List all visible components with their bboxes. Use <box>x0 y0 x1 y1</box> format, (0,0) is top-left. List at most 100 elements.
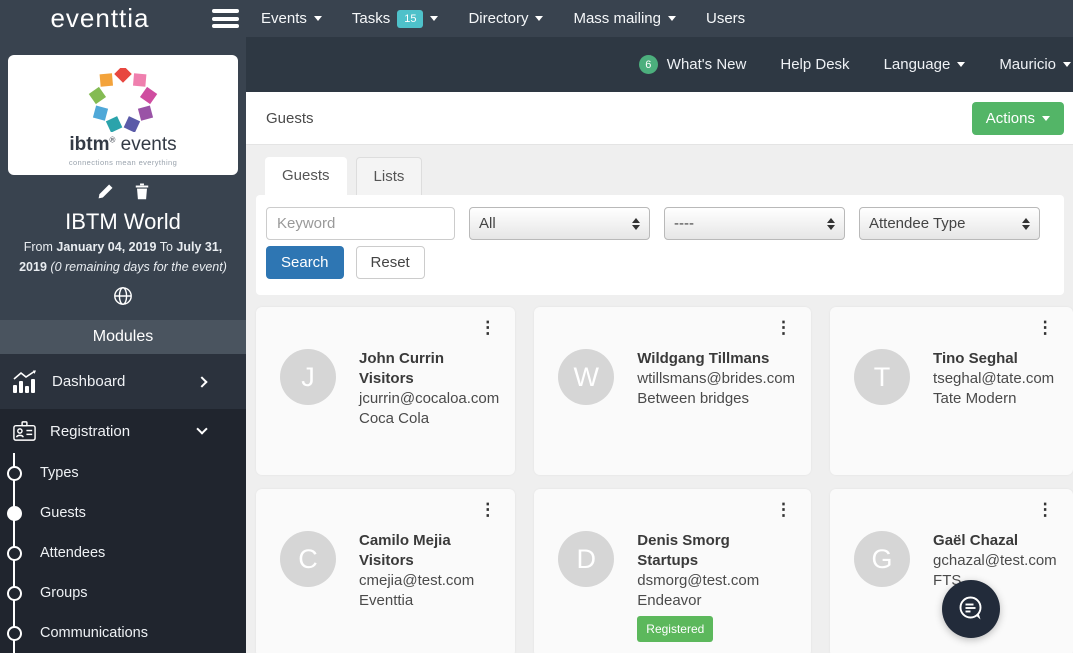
kebab-menu-icon[interactable]: ⋮ <box>479 501 496 518</box>
filters-row: All ---- Attendee Type <box>266 207 1054 240</box>
top-navbar: eventtia Events Tasks 15 Directory Mass … <box>0 0 1073 37</box>
sidebar-item-guests[interactable]: Guests <box>0 493 246 533</box>
select-arrows-icon <box>632 217 640 230</box>
caret-down-icon <box>1042 115 1050 121</box>
globe-icon[interactable] <box>113 286 133 306</box>
event-actions <box>0 183 246 200</box>
sidebar: ibtm® events connections mean everything… <box>0 37 246 653</box>
reset-button[interactable]: Reset <box>355 246 425 279</box>
sidebar-item-registration[interactable]: Registration <box>0 409 246 453</box>
tasks-count-badge: 15 <box>397 9 424 28</box>
user-menu[interactable]: Mauricio <box>999 56 1071 73</box>
form-actions: Search Reset <box>266 246 1054 279</box>
ibtm-diamond-ring-logo <box>88 67 158 132</box>
whats-new-link[interactable]: 6 What's New <box>638 55 746 74</box>
kebab-menu-icon[interactable]: ⋮ <box>479 319 496 336</box>
guest-name: Denis Smorg <box>637 532 730 549</box>
guest-email: gchazal@test.com <box>933 552 1057 569</box>
nav-item-events[interactable]: Events <box>246 0 337 37</box>
sidebar-item-types[interactable]: Types <box>0 453 246 493</box>
kebab-menu-icon[interactable]: ⋮ <box>775 319 792 336</box>
nav-item-users[interactable]: Users <box>691 0 760 37</box>
select-arrows-icon <box>827 217 835 230</box>
guest-email: cmejia@test.com <box>359 572 475 589</box>
edit-event-icon[interactable] <box>97 183 114 200</box>
event-date-range: From January 04, 2019 To July 31, 2019 (… <box>19 240 227 274</box>
caret-down-icon <box>313 16 322 21</box>
sidebar-item-groups[interactable]: Groups <box>0 573 246 613</box>
search-button[interactable]: Search <box>266 246 344 279</box>
avatar: J <box>280 349 336 405</box>
avatar: C <box>280 531 336 587</box>
main-nav: Events Tasks 15 Directory Mass mailing U… <box>246 0 760 37</box>
list-filter-select[interactable]: ---- <box>664 207 845 240</box>
modules-header: Modules <box>0 320 246 355</box>
guest-type: Startups <box>637 552 699 569</box>
search-panel: All ---- Attendee Type Search Reset <box>256 195 1064 295</box>
actions-button[interactable]: Actions <box>971 101 1064 135</box>
nav-item-tasks[interactable]: Tasks 15 <box>337 0 454 37</box>
guest-company: Between bridges <box>637 390 750 407</box>
page-title: Guests <box>266 109 314 127</box>
guest-card: ⋮ T Tino Seghal tseghal@tate.com Tate Mo… <box>830 307 1073 475</box>
caret-down-icon <box>668 16 676 21</box>
nav-item-directory[interactable]: Directory <box>453 0 558 37</box>
caret-down-icon <box>957 62 966 67</box>
keyword-input[interactable] <box>266 207 455 240</box>
guest-card: ⋮ W Wildgang Tillmans wtillsmans@brides.… <box>534 307 812 475</box>
menu-dot-icon <box>7 625 22 641</box>
caret-down-icon <box>430 16 439 21</box>
avatar: D <box>558 531 615 587</box>
tab-guests[interactable]: Guests <box>265 157 347 195</box>
nav-item-mass-mailing[interactable]: Mass mailing <box>558 0 691 37</box>
kebab-menu-icon[interactable]: ⋮ <box>1037 319 1054 336</box>
tab-lists[interactable]: Lists <box>355 157 423 195</box>
guest-card: ⋮ C Camilo Mejia Visitors cmejia@test.co… <box>256 489 516 653</box>
guest-name: John Currin <box>359 350 444 367</box>
guest-name: Camilo Mejia <box>359 532 451 549</box>
guest-email: tseghal@tate.com <box>933 370 1055 387</box>
tabs: Guests Lists <box>265 157 1064 195</box>
event-logo-card: ibtm® events connections mean everything <box>8 55 238 176</box>
avatar: W <box>558 349 615 405</box>
guest-name: Wildgang Tillmans <box>637 350 770 367</box>
chat-support-button[interactable] <box>942 580 1000 638</box>
kebab-menu-icon[interactable]: ⋮ <box>775 501 792 518</box>
guest-company: Endeavor <box>637 592 702 609</box>
chevron-right-icon <box>196 375 208 388</box>
guest-card: ⋮ D Denis Smorg Startups dsmorg@test.com… <box>534 489 812 653</box>
help-desk-link[interactable]: Help Desk <box>780 56 849 73</box>
menu-dot-icon <box>7 545 22 561</box>
dashboard-chart-icon <box>13 369 36 393</box>
hamburger-menu-icon[interactable] <box>212 6 239 32</box>
avatar: T <box>854 349 911 405</box>
navbar-brand-area: eventtia <box>0 3 246 34</box>
sidebar-item-dashboard[interactable]: Dashboard <box>0 354 246 409</box>
page-header: Guests Actions <box>246 92 1073 145</box>
eventtia-logo: eventtia <box>50 3 150 33</box>
registration-sub-menu: Types Guests Attendees Groups Communicat… <box>0 453 246 653</box>
guest-email: wtillsmans@brides.com <box>637 370 796 387</box>
event-name: IBTM World <box>65 209 181 235</box>
attendee-type-select[interactable]: Attendee Type <box>859 207 1040 240</box>
guest-name: Gaël Chazal <box>933 532 1019 549</box>
select-arrows-icon <box>1022 217 1030 230</box>
chat-bubble-icon <box>959 596 982 620</box>
sidebar-item-communications[interactable]: Communications <box>0 613 246 653</box>
whats-new-count-badge: 6 <box>638 55 658 74</box>
registration-section: Registration Types Guests Attendees Grou… <box>0 409 246 653</box>
chevron-down-icon <box>196 423 208 435</box>
sidebar-item-attendees[interactable]: Attendees <box>0 533 246 573</box>
guest-company: Coca Cola <box>359 410 430 427</box>
language-dropdown[interactable]: Language <box>884 56 966 73</box>
ibtm-wordmark: ibtm® events <box>69 133 177 155</box>
avatar: G <box>854 531 911 587</box>
delete-event-icon[interactable] <box>134 183 150 200</box>
content-area: Guests Lists All ---- Attendee Type <box>246 145 1073 653</box>
guest-name: Tino Seghal <box>933 350 1018 367</box>
menu-dot-active-icon <box>7 505 22 521</box>
utility-bar: 6 What's New Help Desk Language Mauricio <box>246 37 1073 92</box>
caret-down-icon <box>1063 62 1071 67</box>
kebab-menu-icon[interactable]: ⋮ <box>1037 501 1054 518</box>
event-filter-select[interactable]: All <box>469 207 650 240</box>
